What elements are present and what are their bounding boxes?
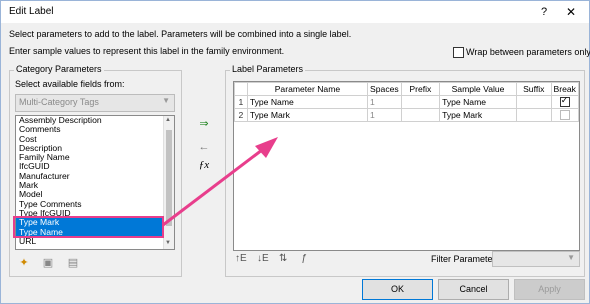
annotation-arrow: [162, 137, 278, 227]
